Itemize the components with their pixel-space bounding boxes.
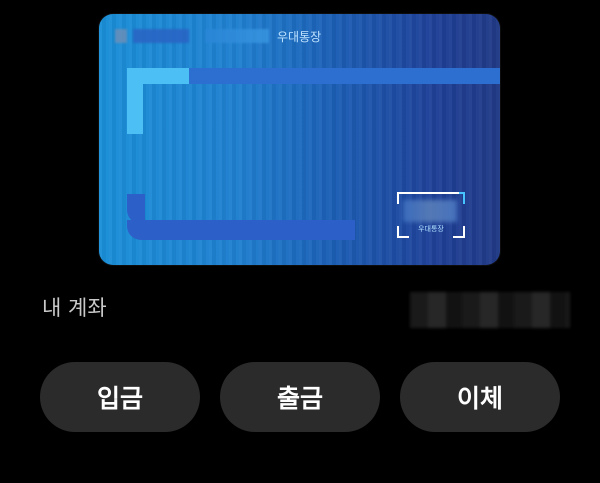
redacted-bank-name [133,29,189,43]
withdraw-button[interactable]: 출금 [220,362,380,432]
redacted-account-number[interactable] [410,292,570,328]
mini-card-icon: 우대통장 [397,192,465,238]
card-header: 우대통장 [115,28,321,44]
card-frame-left [127,68,143,134]
transfer-button[interactable]: 이체 [400,362,560,432]
account-screen: 우대통장 우대통장 내 계좌 입금 출금 이체 [0,0,600,483]
redacted-account-name [205,29,269,43]
redacted-mini-logo [403,200,457,222]
mini-card-corner [459,192,465,204]
account-type-label: 우대통장 [277,29,322,44]
card-frame-bottom [127,220,355,240]
my-account-label: 내 계좌 [42,296,107,320]
mini-card-label: 우대통장 [418,225,444,233]
redacted-bank-logo [115,29,127,43]
deposit-button[interactable]: 입금 [40,362,200,432]
bank-card[interactable]: 우대통장 우대통장 [99,14,500,265]
